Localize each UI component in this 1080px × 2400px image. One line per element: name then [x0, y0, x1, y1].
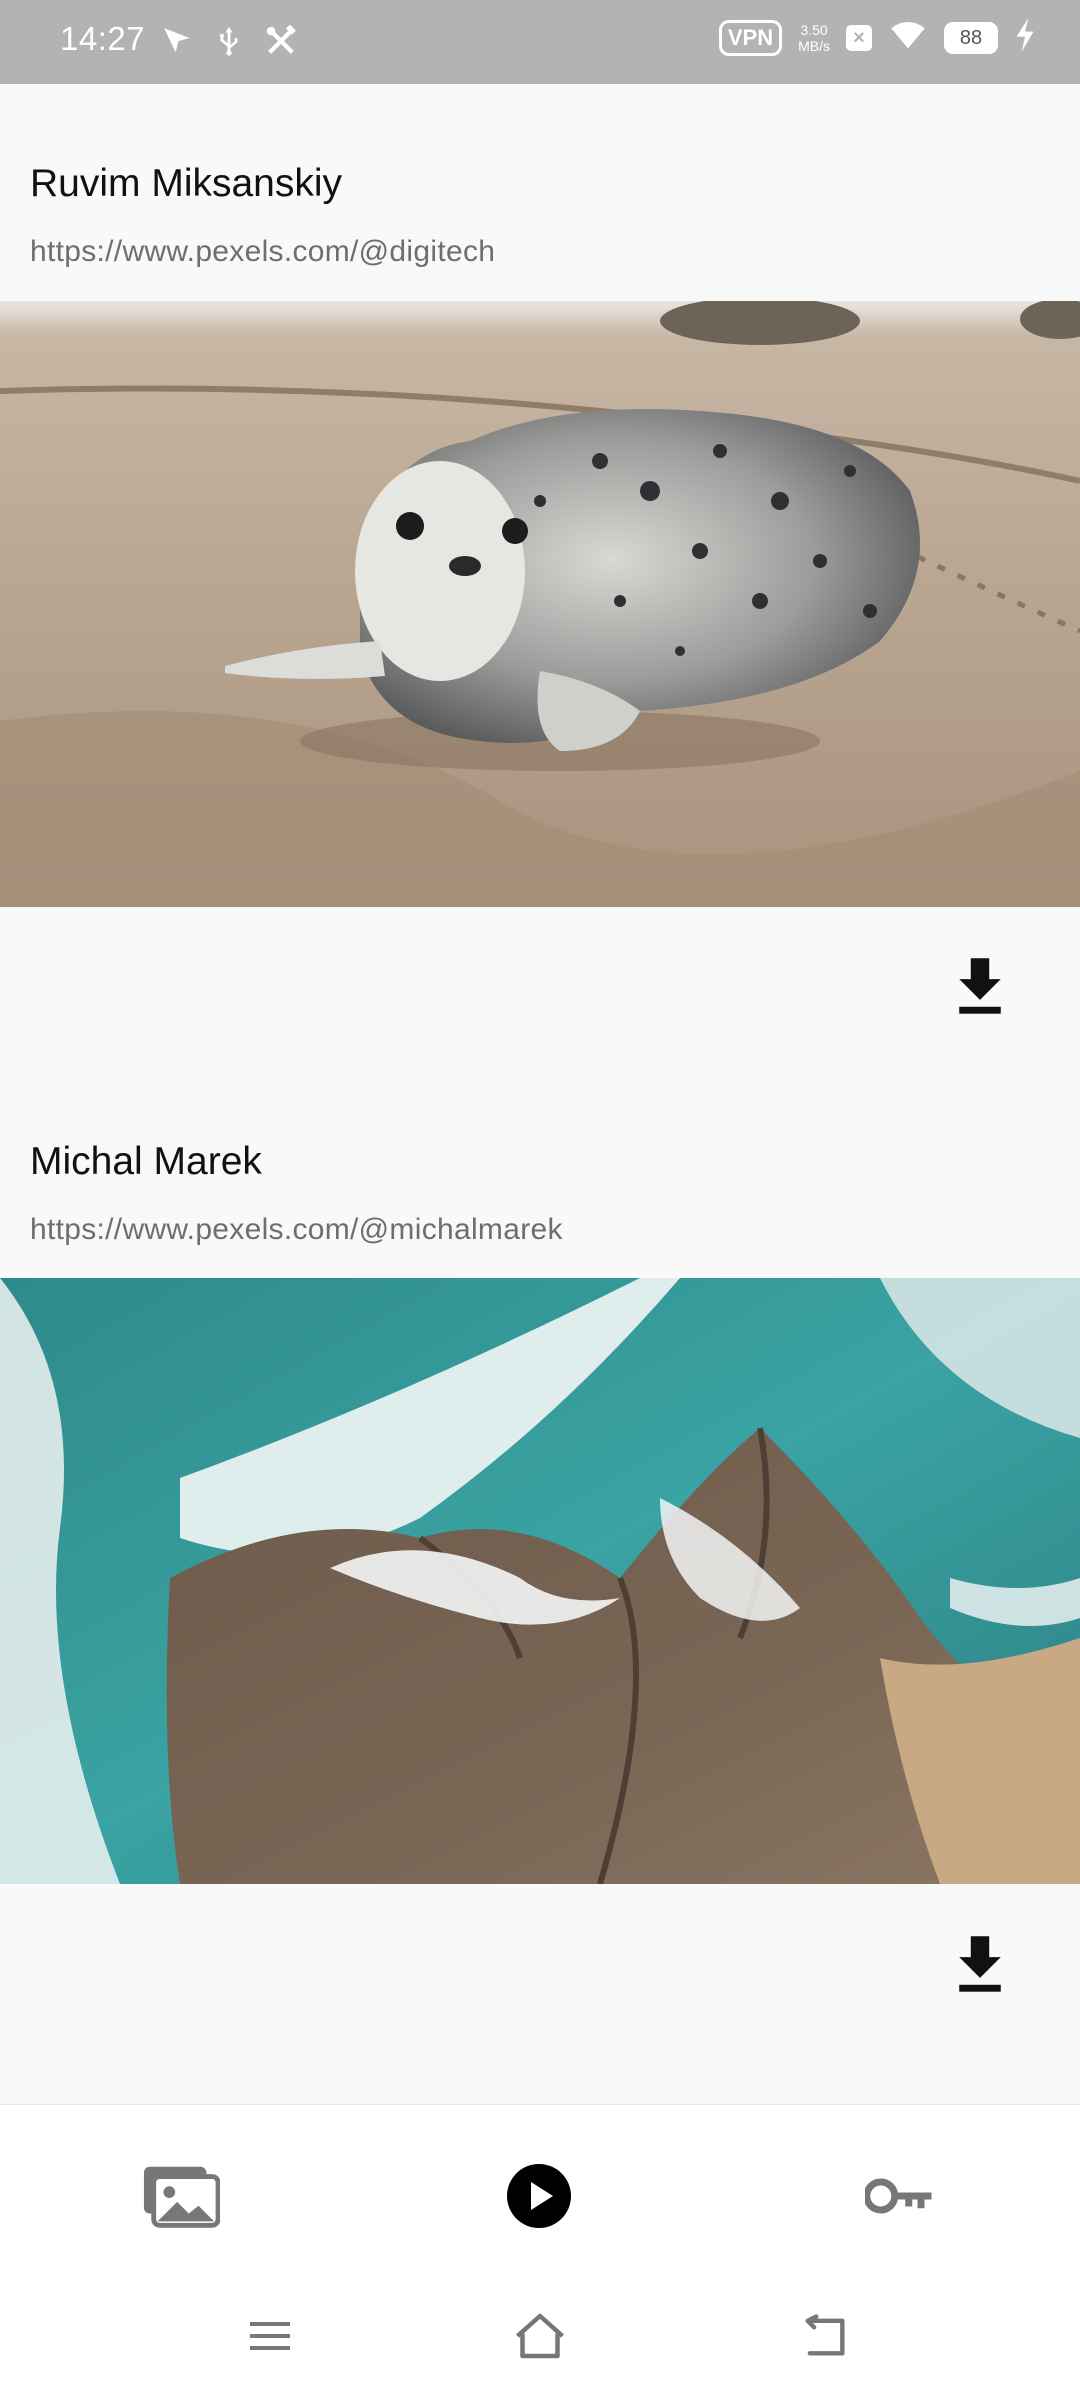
play-circle-icon — [507, 2164, 571, 2228]
system-back-button[interactable] — [780, 2291, 870, 2381]
status-bar: 14:27 VPN 3.50 MB/s × 88 — [0, 0, 1080, 84]
status-time: 14:27 — [60, 20, 146, 57]
tab-videos[interactable] — [484, 2141, 594, 2251]
ocean-video-thumbnail[interactable] — [0, 1278, 1080, 1884]
tab-key[interactable] — [845, 2141, 955, 2251]
tools-icon — [264, 24, 298, 58]
charging-bolt-icon — [1014, 18, 1036, 57]
home-icon — [516, 2313, 564, 2359]
wifi-icon — [888, 18, 928, 57]
photos-icon — [143, 2166, 220, 2228]
net-speed-unit: MB/s — [798, 37, 830, 54]
menu-icon — [250, 2322, 290, 2350]
author-name[interactable]: Michal Marek — [30, 1140, 262, 1184]
key-icon — [865, 2178, 932, 2214]
author-url[interactable]: https://www.pexels.com/@digitech — [30, 235, 495, 269]
system-home-button[interactable] — [495, 2291, 585, 2381]
battery-icon: 88 — [944, 21, 998, 54]
location-arrow-icon — [160, 24, 194, 58]
download-button[interactable] — [940, 1924, 1020, 2004]
seal-video-thumbnail[interactable] — [0, 301, 1080, 907]
vpn-icon: VPN — [718, 19, 783, 56]
download-button[interactable] — [940, 946, 1020, 1026]
status-left-icons — [160, 24, 298, 58]
aerial-ocean-image — [0, 1278, 1080, 1884]
download-icon — [959, 958, 1001, 1014]
status-right-icons: VPN 3.50 MB/s × 88 — [718, 18, 1036, 57]
bottom-nav — [0, 2104, 1080, 2400]
usb-icon — [212, 24, 246, 58]
tab-photos[interactable] — [126, 2141, 236, 2251]
download-icon — [959, 1936, 1001, 1992]
author-name[interactable]: Ruvim Miksanskiy — [30, 162, 342, 206]
net-speed: 3.50 MB/s — [798, 22, 830, 54]
close-box-icon: × — [846, 24, 872, 51]
system-menu-button[interactable] — [225, 2291, 315, 2381]
back-icon — [805, 2314, 845, 2356]
author-url[interactable]: https://www.pexels.com/@michalmarek — [30, 1213, 563, 1247]
seal-on-beach-image — [0, 301, 1080, 907]
net-speed-value: 3.50 — [800, 21, 828, 38]
